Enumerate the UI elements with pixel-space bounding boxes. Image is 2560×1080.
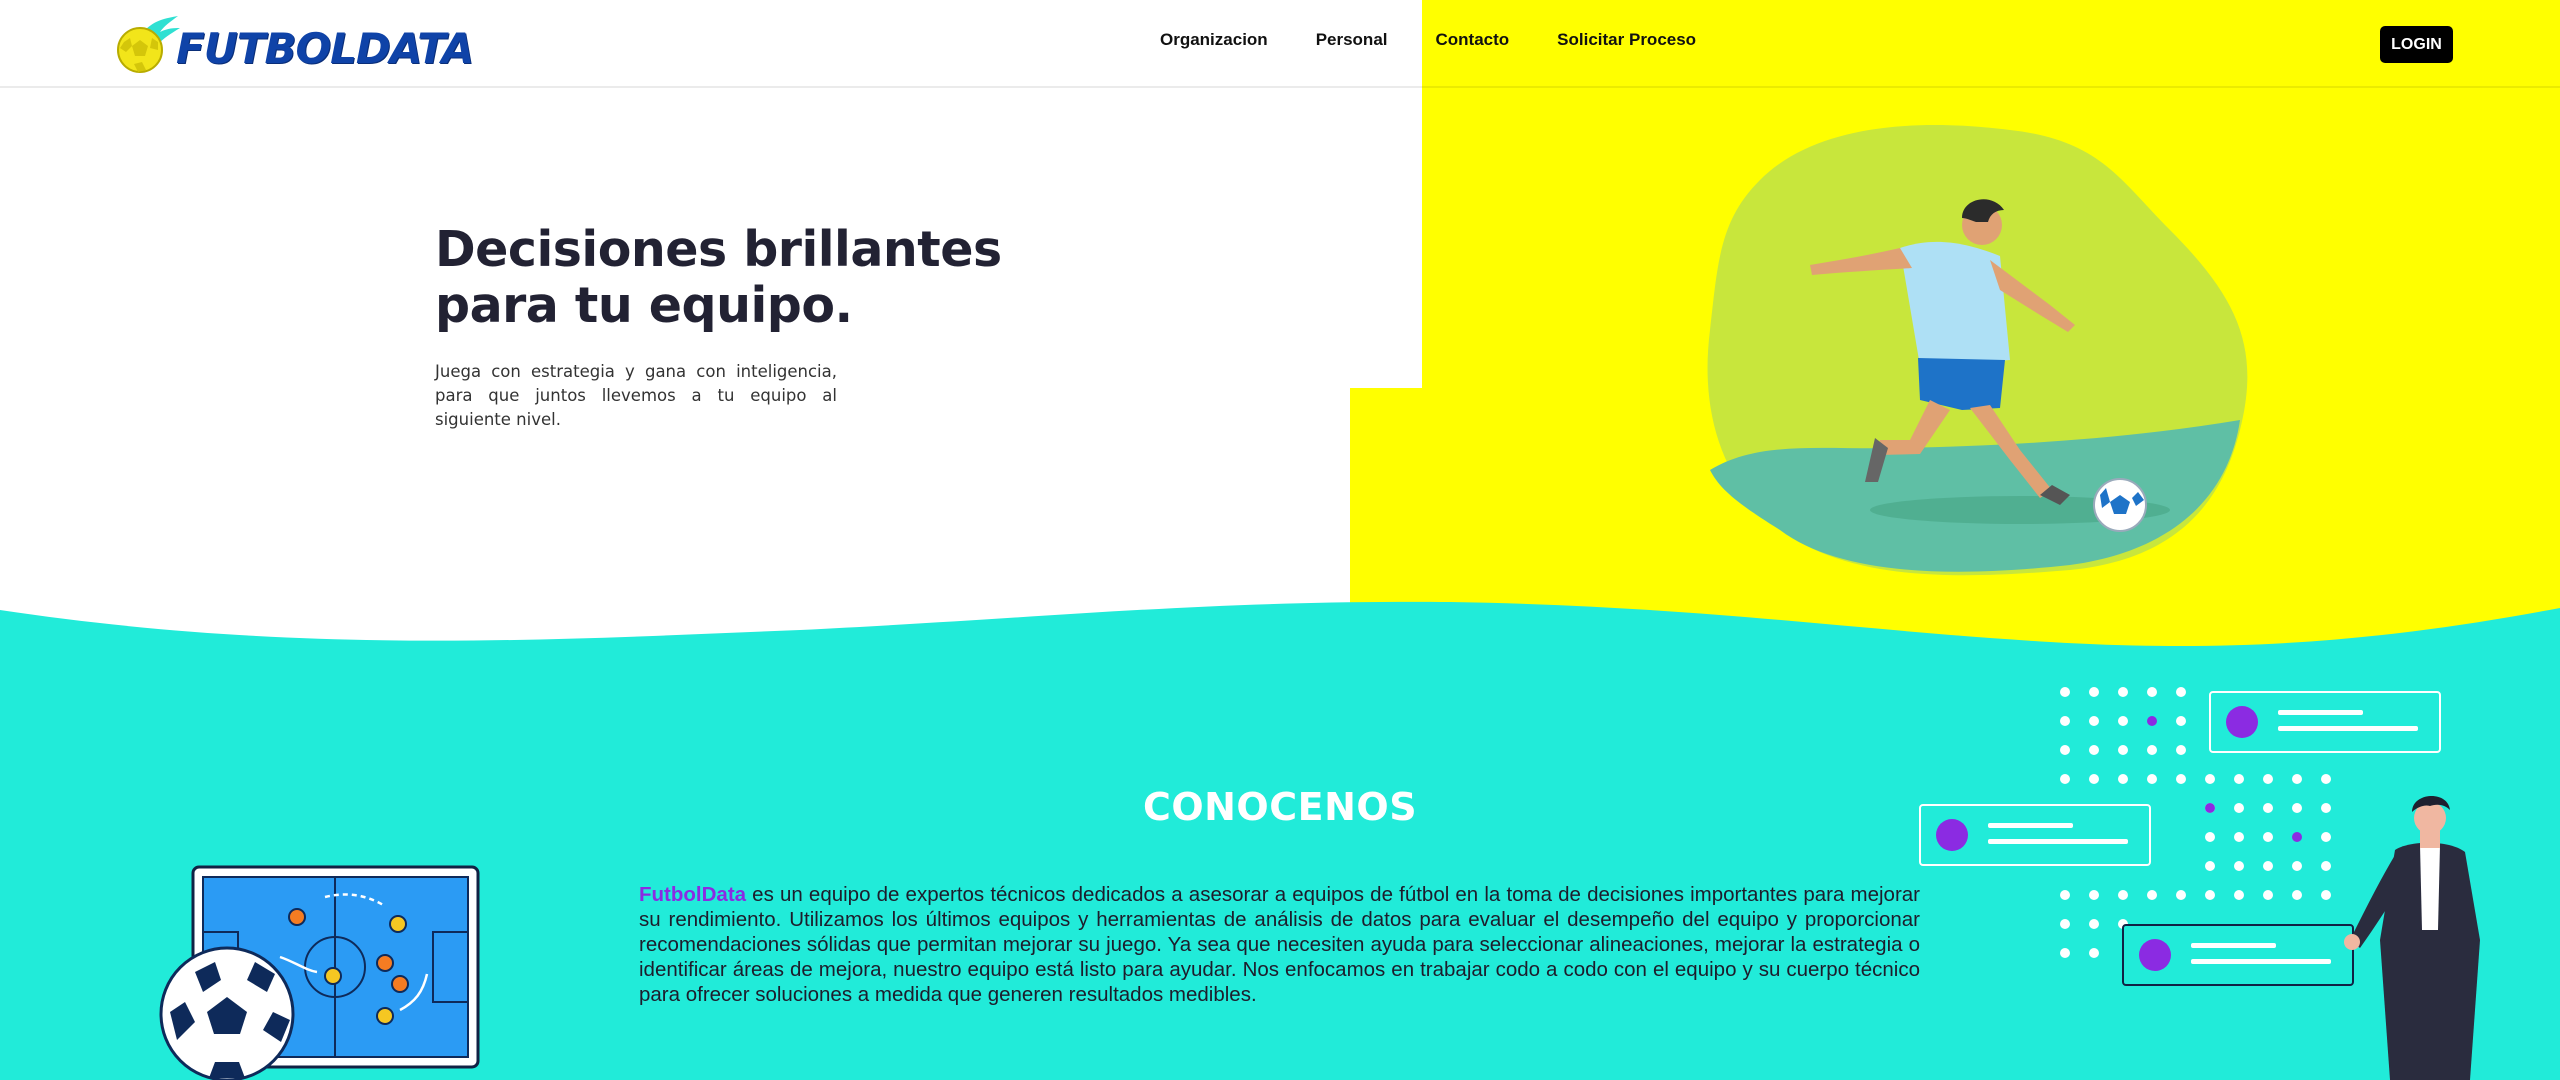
nav-organizacion[interactable]: Organizacion [1160,30,1268,50]
nav-personal[interactable]: Personal [1316,30,1388,50]
nav-contacto[interactable]: Contacto [1436,30,1510,50]
businessman-illustration [2344,795,2480,1080]
nav-solicitar-proceso[interactable]: Solicitar Proceso [1557,30,1696,50]
hero-subtitle: Juega con estrategia y gana con intelige… [435,362,837,429]
site-header: FUTBOLDATA Organizacion Personal Contact… [0,0,2560,88]
soccer-player-illustration [1707,125,2248,576]
brand-name: FutbolData [639,883,747,906]
soccer-ball-logo-icon [117,16,180,73]
main-nav: Organizacion Personal Contacto Solicitar… [1160,30,1696,50]
hero-title-line2: para tu equipo. [435,277,853,334]
header-divider [0,86,2560,88]
logo-text: FUTBOLDATA [176,23,474,73]
about-text: es un equipo de expertos técnicos dedica… [639,883,1920,1006]
hero-title: Decisiones brillantes para tu equipo. [435,222,1035,334]
tactics-board-illustration [159,865,480,1080]
login-button[interactable]: LOGIN [2380,26,2453,63]
about-paragraph: FutbolData es un equipo de expertos técn… [639,882,1920,1007]
site-logo[interactable]: FUTBOLDATA [112,12,474,76]
hero-title-line1: Decisiones brillantes [435,221,1002,278]
